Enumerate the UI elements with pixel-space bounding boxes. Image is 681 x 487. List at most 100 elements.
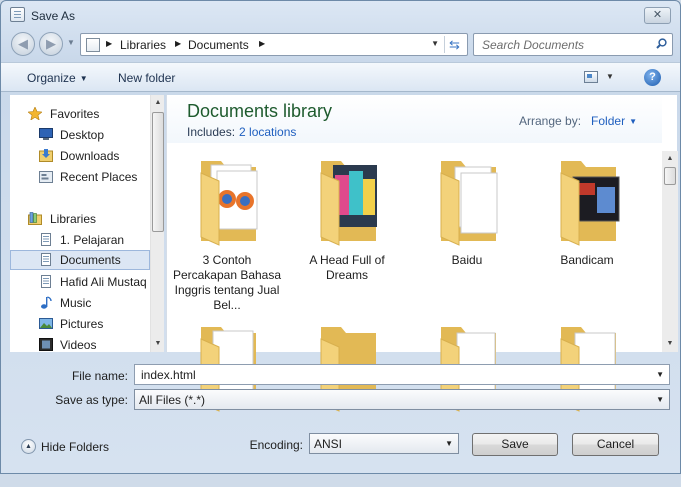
search-box[interactable]	[473, 33, 673, 56]
breadcrumb-documents[interactable]: Documents	[188, 38, 249, 52]
save-as-type-value: All Files (*.*)	[139, 393, 206, 407]
file-name-label: File name:	[71, 369, 128, 383]
save-as-dialog: Save As ✕ ◀ ▶ ▼ ▶ Libraries ▶ Documents …	[0, 0, 681, 474]
desktop-icon	[39, 128, 53, 140]
library-includes: Includes: 2 locations	[187, 125, 296, 139]
folder-icon	[440, 161, 498, 246]
nav-item-desktop[interactable]: Desktop	[10, 125, 150, 145]
title-bar: Save As ✕	[1, 1, 680, 29]
address-bar[interactable]: ▶ Libraries ▶ Documents ▶ ▼ ⇆	[80, 33, 468, 56]
back-button[interactable]: ◀	[11, 32, 35, 56]
folder-name: Bandicam	[560, 253, 614, 267]
chevron-down-icon[interactable]: ▼	[656, 395, 664, 404]
folder-name: Baidu	[451, 253, 483, 267]
nav-item-music[interactable]: Music	[10, 293, 150, 313]
nav-item-1-pelajaran[interactable]: 1. Pelajaran	[10, 230, 150, 250]
folder-icon	[200, 161, 258, 246]
nav-pane-scrollbar[interactable]: ▲ ▼	[150, 95, 164, 352]
folder-icon	[320, 161, 377, 246]
save-button[interactable]: Save	[472, 433, 558, 456]
nav-item-label: Pictures	[60, 317, 104, 331]
nav-item-favorites[interactable]: Favorites	[10, 104, 150, 124]
library-header: Documents library Includes: 2 locations A…	[167, 95, 662, 143]
arrange-by-dropdown[interactable]: Folder	[591, 114, 625, 128]
change-view-icon[interactable]	[584, 71, 598, 83]
nav-item-label: Music	[60, 296, 92, 310]
breadcrumb-libraries[interactable]: Libraries	[120, 38, 166, 52]
recent-pages-dropdown-icon[interactable]: ▼	[67, 38, 75, 47]
help-icon[interactable]: ?	[644, 69, 661, 86]
folder-item[interactable]: Bandicam	[532, 151, 642, 321]
scroll-up-icon[interactable]: ▲	[152, 96, 164, 110]
navigation-pane: Favorites Desktop Downloads Recent Place…	[10, 95, 164, 352]
document-library-icon	[41, 275, 51, 288]
document-library-icon	[41, 253, 51, 266]
includes-label: Includes:	[187, 125, 236, 139]
scrollbar-thumb[interactable]	[152, 112, 164, 232]
nav-item-documents[interactable]: Documents	[10, 250, 150, 270]
chevron-down-icon[interactable]: ▼	[629, 117, 637, 126]
chevron-down-icon[interactable]: ▼	[656, 370, 664, 379]
music-icon	[41, 296, 52, 309]
nav-item-label: Videos	[60, 338, 97, 352]
folder-item[interactable]: A Head Full of Dreams	[292, 151, 402, 321]
new-folder-button[interactable]: New folder	[118, 71, 175, 85]
nav-item-libraries[interactable]: Libraries	[10, 209, 150, 229]
arrange-by: Arrange by: Folder ▼	[519, 114, 637, 128]
file-name-field[interactable]: ▼	[134, 364, 670, 385]
breadcrumb-chevron-icon[interactable]: ▶	[106, 39, 112, 48]
encoding-value: ANSI	[314, 437, 343, 451]
close-button[interactable]: ✕	[644, 7, 671, 24]
scrollbar-thumb[interactable]	[664, 167, 676, 185]
locations-link[interactable]: 2 locations	[239, 125, 296, 139]
libraries-icon	[28, 212, 42, 225]
search-input[interactable]	[480, 37, 650, 53]
recent-places-icon	[39, 171, 53, 183]
save-as-type-label: Save as type:	[55, 393, 128, 407]
search-icon[interactable]	[656, 38, 667, 49]
cancel-button[interactable]: Cancel	[572, 433, 659, 456]
view-options-dropdown-icon[interactable]: ▼	[606, 72, 614, 81]
forward-button[interactable]: ▶	[39, 32, 63, 56]
organize-label: Organize	[27, 71, 76, 85]
arrange-label: Arrange by:	[519, 114, 582, 128]
folder-name: 3 Contoh Percakapan Bahasa Inggris tenta…	[172, 253, 282, 312]
organize-button[interactable]: Organize ▼	[27, 71, 88, 85]
window-title: Save As	[31, 9, 76, 23]
address-dropdown-icon[interactable]: ▼	[431, 39, 439, 48]
folder-icon	[86, 38, 100, 52]
pictures-icon	[39, 318, 53, 329]
scroll-up-icon[interactable]: ▲	[664, 152, 676, 166]
breadcrumb-chevron-icon[interactable]: ▶	[259, 39, 265, 48]
folder-item[interactable]: 3 Contoh Percakapan Bahasa Inggris tenta…	[172, 151, 282, 321]
encoding-select[interactable]: ANSI ▼	[309, 433, 459, 454]
scroll-down-icon[interactable]: ▼	[152, 337, 164, 351]
chevron-down-icon[interactable]: ▼	[445, 439, 453, 448]
notepad-icon	[10, 7, 25, 22]
navigation-row: ◀ ▶ ▼ ▶ Libraries ▶ Documents ▶ ▼ ⇆	[1, 29, 680, 61]
breadcrumb-chevron-icon[interactable]: ▶	[175, 39, 181, 48]
save-as-type-select[interactable]: All Files (*.*) ▼	[134, 389, 670, 410]
nav-item-videos[interactable]: Videos	[10, 335, 150, 352]
nav-item-pictures[interactable]: Pictures	[10, 314, 150, 334]
folder-name: A Head Full of Dreams	[309, 253, 385, 282]
nav-item-downloads[interactable]: Downloads	[10, 146, 150, 166]
videos-icon	[39, 338, 53, 351]
nav-item-label: Documents	[60, 253, 121, 267]
nav-item-label: Favorites	[50, 107, 100, 121]
nav-item-label: 1. Pelajaran	[60, 233, 125, 247]
file-list-pane: Documents library Includes: 2 locations A…	[166, 95, 678, 412]
folder-icon	[560, 161, 620, 246]
file-name-input[interactable]	[139, 367, 639, 383]
library-title: Documents library	[187, 101, 333, 121]
nav-item-hafid-ali-mustaq[interactable]: Hafid Ali Mustaq	[10, 272, 150, 292]
refresh-icon[interactable]: ⇆	[444, 36, 464, 53]
file-list-scrollbar[interactable]: ▲ ▼	[662, 151, 678, 352]
scroll-down-icon[interactable]: ▼	[664, 337, 676, 351]
hide-folders-label: Hide Folders	[41, 440, 110, 454]
folder-item[interactable]: Baidu	[412, 151, 522, 321]
encoding-label: Encoding:	[249, 438, 303, 452]
chevron-down-icon: ▼	[79, 74, 88, 83]
nav-item-label: Downloads	[60, 149, 120, 163]
nav-item-recent-places[interactable]: Recent Places	[10, 167, 150, 187]
